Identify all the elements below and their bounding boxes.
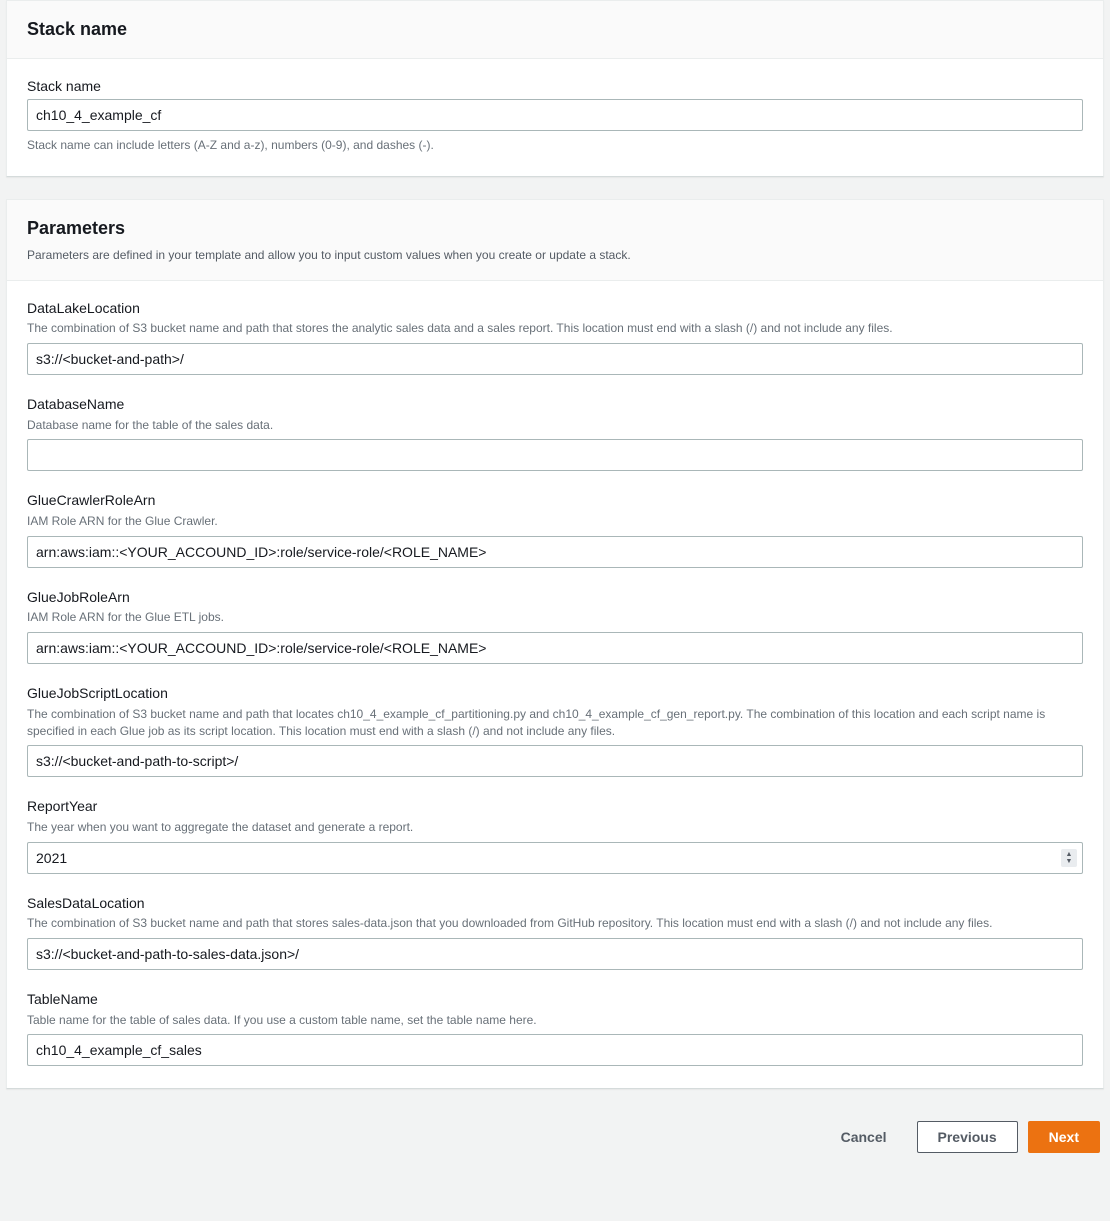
parameters-desc: Parameters are defined in your template … (27, 247, 1083, 264)
stack-name-heading: Stack name (27, 17, 1083, 42)
parameters-heading: Parameters (27, 216, 1083, 241)
param-databasename-desc: Database name for the table of the sales… (27, 417, 1083, 434)
param-gluejobscriptlocation-label: GlueJobScriptLocation (27, 684, 1083, 704)
param-databasename-input[interactable] (27, 439, 1083, 471)
param-reportyear-desc: The year when you want to aggregate the … (27, 819, 1083, 836)
param-tablename-label: TableName (27, 990, 1083, 1010)
param-reportyear-select-wrap: ▲▼ (27, 842, 1083, 874)
param-salesdatalocation-input[interactable] (27, 938, 1083, 970)
stack-name-panel: Stack name Stack name Stack name can inc… (6, 0, 1104, 177)
param-reportyear-select[interactable] (27, 842, 1083, 874)
parameters-header: Parameters Parameters are defined in you… (7, 200, 1103, 281)
param-gluejobscriptlocation-desc: The combination of S3 bucket name and pa… (27, 706, 1083, 740)
param-datalakelocation-label: DataLakeLocation (27, 299, 1083, 319)
param-datalakelocation-input[interactable] (27, 343, 1083, 375)
param-gluejobscriptlocation: GlueJobScriptLocation The combination of… (27, 684, 1083, 777)
param-reportyear: ReportYear The year when you want to agg… (27, 797, 1083, 873)
stack-name-body: Stack name Stack name can include letter… (7, 59, 1103, 175)
param-gluejobrolearn-label: GlueJobRoleArn (27, 588, 1083, 608)
parameters-body: DataLakeLocation The combination of S3 b… (7, 281, 1103, 1089)
param-tablename-desc: Table name for the table of sales data. … (27, 1012, 1083, 1029)
stack-name-label: Stack name (27, 77, 1083, 97)
param-gluecrawlerrolearn-desc: IAM Role ARN for the Glue Crawler. (27, 513, 1083, 530)
stack-name-input[interactable] (27, 99, 1083, 131)
stack-name-header: Stack name (7, 1, 1103, 59)
stack-name-field: Stack name Stack name can include letter… (27, 77, 1083, 153)
param-gluecrawlerrolearn: GlueCrawlerRoleArn IAM Role ARN for the … (27, 491, 1083, 567)
param-databasename: DatabaseName Database name for the table… (27, 395, 1083, 471)
param-tablename: TableName Table name for the table of sa… (27, 990, 1083, 1066)
param-salesdatalocation-label: SalesDataLocation (27, 894, 1083, 914)
param-gluejobrolearn-input[interactable] (27, 632, 1083, 664)
wizard-footer: Cancel Previous Next (6, 1111, 1104, 1157)
param-reportyear-label: ReportYear (27, 797, 1083, 817)
param-gluecrawlerrolearn-input[interactable] (27, 536, 1083, 568)
param-gluejobrolearn-desc: IAM Role ARN for the Glue ETL jobs. (27, 609, 1083, 626)
previous-button[interactable]: Previous (917, 1121, 1018, 1153)
param-datalakelocation-desc: The combination of S3 bucket name and pa… (27, 320, 1083, 337)
next-button[interactable]: Next (1028, 1121, 1100, 1153)
stack-name-help: Stack name can include letters (A-Z and … (27, 137, 1083, 154)
param-databasename-label: DatabaseName (27, 395, 1083, 415)
parameters-panel: Parameters Parameters are defined in you… (6, 199, 1104, 1090)
param-salesdatalocation: SalesDataLocation The combination of S3 … (27, 894, 1083, 970)
param-salesdatalocation-desc: The combination of S3 bucket name and pa… (27, 915, 1083, 932)
param-gluecrawlerrolearn-label: GlueCrawlerRoleArn (27, 491, 1083, 511)
cancel-button[interactable]: Cancel (821, 1121, 907, 1153)
param-tablename-input[interactable] (27, 1034, 1083, 1066)
param-gluejobscriptlocation-input[interactable] (27, 745, 1083, 777)
param-datalakelocation: DataLakeLocation The combination of S3 b… (27, 299, 1083, 375)
param-gluejobrolearn: GlueJobRoleArn IAM Role ARN for the Glue… (27, 588, 1083, 664)
